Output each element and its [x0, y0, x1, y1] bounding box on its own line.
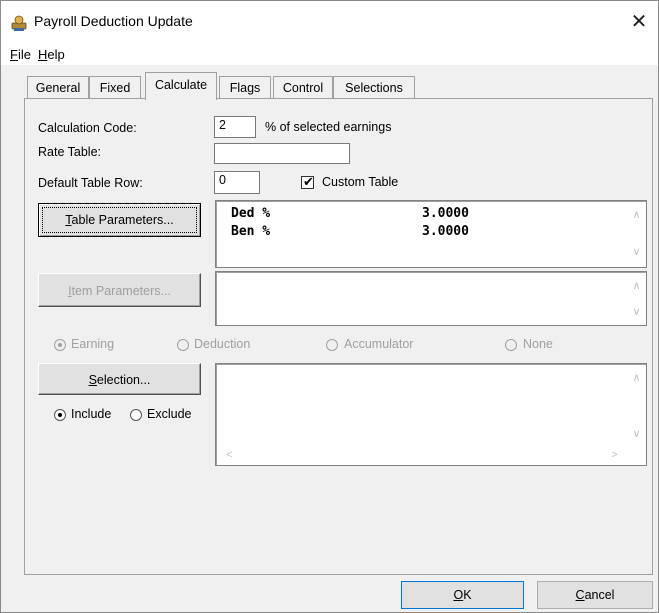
selection-vscrollbar[interactable]: ∧ ∨ — [628, 365, 645, 446]
cancel-rest: ancel — [584, 588, 615, 602]
calculate-panel: Calculation Code: 2 % of selected earnin… — [24, 98, 653, 575]
cancel-accel: C — [575, 588, 585, 602]
item-parameters-button[interactable]: Item Parameters... — [38, 273, 201, 307]
item-parameters-label: Item Parameters... — [39, 284, 200, 298]
table-parameters-label: Table Parameters... — [39, 213, 200, 227]
table-parameters-rest: able Parameters... — [71, 213, 174, 227]
radio-deduction-label: Deduction — [194, 337, 251, 351]
tab-fixed[interactable]: Fixed — [89, 76, 141, 99]
tab-general[interactable]: General — [27, 76, 89, 99]
table-param-row-name: Ded % — [231, 206, 271, 221]
table-parameters-button[interactable]: Table Parameters... — [38, 203, 201, 237]
checkmark-icon: ✔ — [303, 174, 314, 189]
item-parameters-list[interactable]: ∧ ∨ — [215, 271, 647, 326]
menu-help-rest: elp — [47, 47, 65, 62]
selection-hscrollbar[interactable]: < > — [217, 447, 627, 464]
cancel-button[interactable]: Cancel — [537, 581, 653, 609]
tab-general-label: General — [35, 81, 81, 95]
default-row-input[interactable]: 0 — [214, 171, 260, 194]
title-bar: Payroll Deduction Update ✕ — [1, 1, 658, 43]
scroll-down-arrow-icon[interactable]: ∨ — [628, 247, 645, 258]
radio-none[interactable] — [505, 339, 517, 351]
radio-exclude-label: Exclude — [147, 407, 192, 421]
table-param-row-name: Ben % — [231, 224, 271, 239]
ok-rest: K — [463, 588, 472, 602]
selection-button[interactable]: Selection... — [38, 363, 201, 395]
scroll-down-arrow-icon[interactable]: ∨ — [628, 429, 645, 440]
menu-file[interactable]: File — [10, 47, 31, 62]
radio-selected-dot — [58, 343, 62, 347]
ok-button[interactable]: OK — [401, 581, 524, 609]
scroll-down-arrow-icon[interactable]: ∨ — [628, 307, 645, 318]
rate-table-label: Rate Table: — [38, 145, 102, 159]
radio-accumulator-label: Accumulator — [344, 337, 414, 351]
table-param-row-value: 3.0000 — [422, 206, 469, 221]
table-parameters-scrollbar[interactable]: ∧ ∨ — [628, 202, 645, 266]
ok-accel: O — [453, 588, 464, 602]
radio-none-label: None — [523, 337, 553, 351]
close-button[interactable]: ✕ — [624, 7, 654, 37]
menu-help[interactable]: Help — [38, 47, 65, 62]
scroll-up-arrow-icon[interactable]: ∧ — [628, 281, 645, 292]
selection-accel: S — [88, 373, 97, 387]
calc-code-value: 2 — [219, 118, 226, 132]
item-parameters-scrollbar[interactable]: ∧ ∨ — [628, 273, 645, 324]
item-parameters-rest: tem Parameters... — [71, 284, 171, 298]
default-row-value: 0 — [219, 173, 226, 187]
tab-flags[interactable]: Flags — [219, 76, 271, 99]
radio-exclude[interactable] — [130, 409, 142, 421]
selection-list[interactable]: ∧ ∨ < > — [215, 363, 647, 466]
radio-deduction[interactable] — [177, 339, 189, 351]
selection-label: Selection... — [39, 373, 200, 387]
custom-table-label: Custom Table — [322, 175, 399, 189]
scroll-left-arrow-icon[interactable]: < — [221, 450, 238, 461]
window-title: Payroll Deduction Update — [34, 13, 193, 29]
scroll-up-arrow-icon[interactable]: ∧ — [628, 210, 645, 221]
scroll-right-arrow-icon[interactable]: > — [606, 450, 623, 461]
calc-code-label: Calculation Code: — [38, 121, 137, 135]
radio-earning[interactable] — [54, 339, 66, 351]
close-icon: ✕ — [630, 11, 648, 33]
radio-accumulator[interactable] — [326, 339, 338, 351]
menu-file-accel: F — [10, 47, 18, 62]
menu-file-rest: ile — [17, 47, 31, 62]
custom-table-checkbox[interactable]: ✔ — [301, 174, 314, 189]
radio-include[interactable] — [54, 409, 66, 421]
tab-control[interactable]: Control — [273, 76, 333, 99]
calc-code-description: % of selected earnings — [265, 120, 392, 134]
tab-flags-label: Flags — [229, 81, 261, 95]
table-param-row-value: 3.0000 — [422, 224, 469, 239]
rate-table-input[interactable] — [214, 143, 350, 164]
radio-include-label: Include — [71, 407, 112, 421]
payroll-deduction-dialog: Payroll Deduction Update ✕ File Help Gen… — [0, 0, 659, 613]
selection-rest: election... — [96, 373, 151, 387]
tab-selections-label: Selections — [345, 81, 403, 95]
calc-code-input[interactable]: 2 — [214, 116, 256, 138]
radio-earning-label: Earning — [71, 337, 115, 351]
tab-fixed-label: Fixed — [99, 81, 131, 95]
default-row-label: Default Table Row: — [38, 176, 143, 190]
table-parameters-list[interactable]: Ded % 3.0000 Ben % 3.0000 ∧ ∨ — [215, 200, 647, 268]
menu-bar: File Help — [1, 43, 658, 65]
tab-control-label: Control — [282, 81, 324, 95]
tab-calculate-label: Calculate — [154, 78, 208, 92]
payroll-app-icon — [11, 15, 27, 31]
menu-help-accel: H — [38, 47, 48, 62]
tab-calculate[interactable]: Calculate — [145, 72, 217, 100]
scroll-up-arrow-icon[interactable]: ∧ — [628, 373, 645, 384]
radio-selected-dot — [58, 413, 62, 417]
tab-selections[interactable]: Selections — [333, 76, 415, 99]
